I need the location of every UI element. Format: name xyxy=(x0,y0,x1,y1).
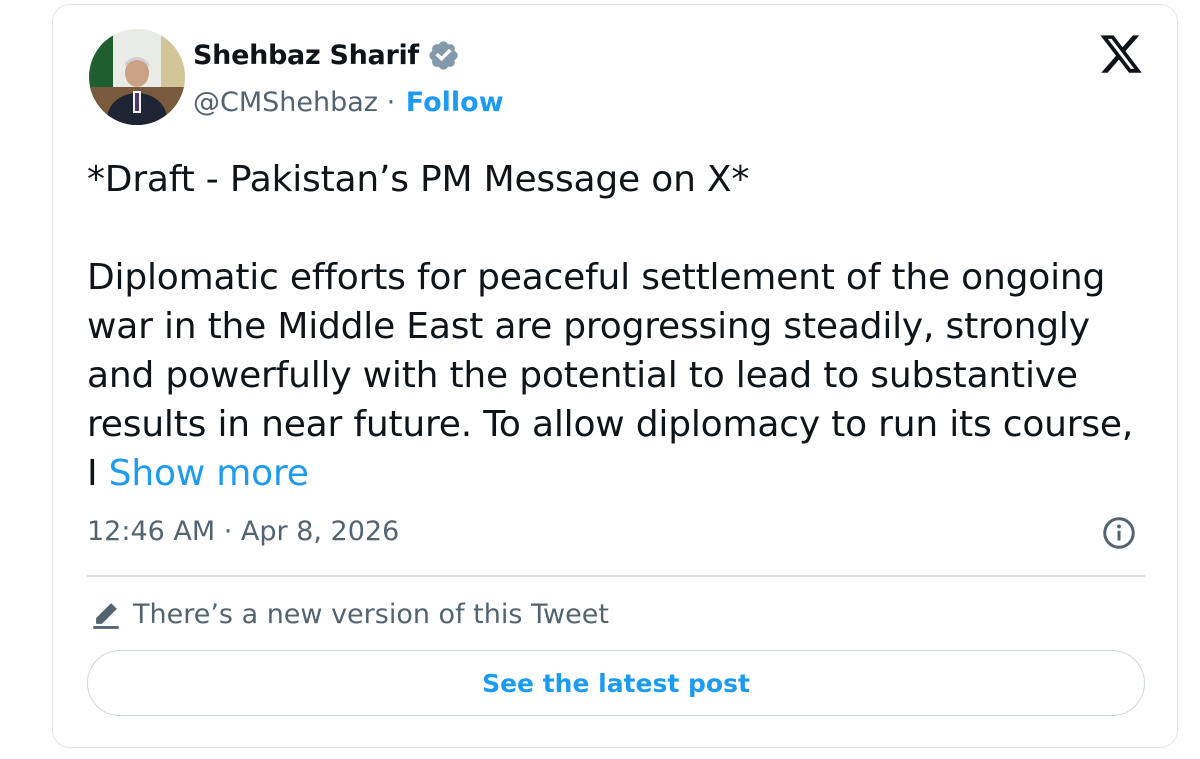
truncated-text: I xyxy=(87,453,109,494)
show-more-link[interactable]: Show more xyxy=(109,453,309,494)
info-icon[interactable] xyxy=(1101,515,1137,551)
author-handle[interactable]: @CMShehbaz xyxy=(193,87,378,118)
tweet-card: Shehbaz Sharif @CMShehbaz · Follow *Draf… xyxy=(52,4,1178,748)
tweet-text: *Draft - Pakistan’s PM Message on X* Dip… xyxy=(87,155,1147,498)
pencil-icon xyxy=(93,603,119,629)
tweet-time: 12:46 AM xyxy=(87,516,216,547)
tweet-date: Apr 8, 2026 xyxy=(240,516,400,547)
handle-separator: · xyxy=(377,87,404,118)
tweet-title-line: *Draft - Pakistan’s PM Message on X* xyxy=(87,159,750,200)
tweet-body-line: and powerfully with the potential to lea… xyxy=(87,355,1078,396)
edit-notice: There’s a new version of this Tweet xyxy=(89,597,609,631)
verified-badge-icon xyxy=(429,41,458,70)
tweet-body-line: war in the Middle East are progressing s… xyxy=(87,306,1090,347)
author-name[interactable]: Shehbaz Sharif xyxy=(193,40,419,71)
see-latest-post-button[interactable]: See the latest post xyxy=(87,650,1145,716)
divider xyxy=(87,575,1145,577)
tweet-body-last-line: I Show more xyxy=(87,449,1147,498)
avatar-photo xyxy=(89,29,185,125)
tweet-body-line: Diplomatic efforts for peaceful settleme… xyxy=(87,257,1106,298)
follow-button[interactable]: Follow xyxy=(406,87,504,118)
avatar[interactable] xyxy=(89,29,185,125)
edit-notice-text: There’s a new version of this Tweet xyxy=(133,598,609,630)
x-logo-icon[interactable] xyxy=(1097,31,1145,77)
tweet-body-line: results in near future. To allow diploma… xyxy=(87,404,1134,445)
meta-separator: · xyxy=(215,516,241,547)
tweet-timestamp[interactable]: 12:46 AM · Apr 8, 2026 xyxy=(87,516,399,547)
